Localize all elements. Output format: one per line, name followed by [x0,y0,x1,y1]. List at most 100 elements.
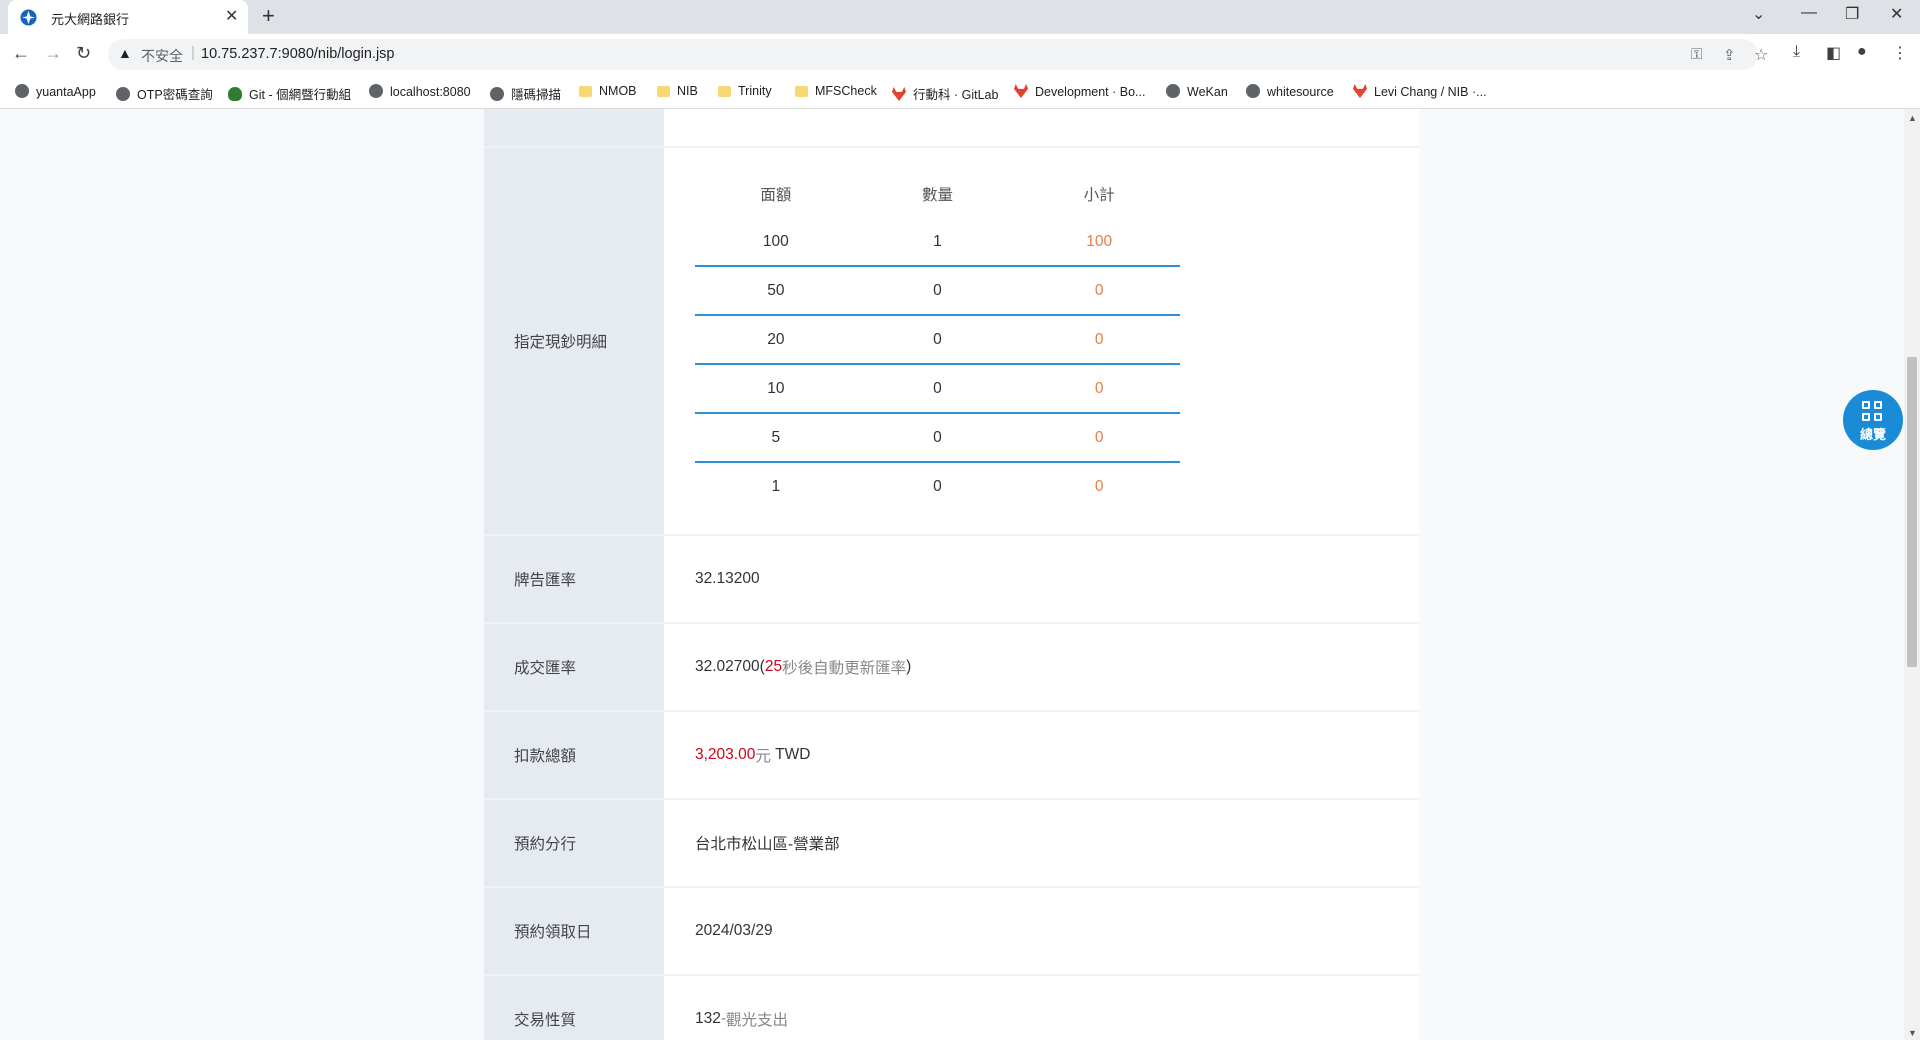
close-tab-icon[interactable]: ✕ [225,6,238,26]
tab-search-icon[interactable]: ⌄ [1752,4,1765,24]
purpose-desc: 觀光支出 [726,1012,789,1029]
minimize-button[interactable]: — [1801,4,1817,22]
reload-button[interactable]: ↻ [76,43,91,64]
countdown-suffix: 秒後自動更新匯率 [782,660,907,677]
insecure-label: 不安全 [141,48,183,64]
bookmark-label: 隱碼掃描 [511,88,562,102]
denom-cell: 20 [695,314,857,364]
debit-amount: 3,203.00 [695,746,756,763]
denom-cell: 10 [695,363,857,413]
bookmark-item[interactable]: OTP密碼查詢 [116,84,213,103]
bookmark-label: Development · Bo... [1035,85,1146,99]
globe-icon [490,87,504,101]
folder-icon [657,86,670,97]
subtotal-cell: 0 [1018,314,1180,364]
bookmark-item[interactable]: Git - 個網暨行動組 [228,84,351,103]
bookmark-label: OTP密碼查詢 [137,88,213,102]
warning-icon: ▲ [118,45,132,61]
form-row-deal-rate: 成交匯率 32.02700(25 秒後自動更新匯率) [484,624,1419,712]
form-row-cash-detail: 指定現鈔明細 面額 數量 小計 100 1 100 50 0 0 20 0 0 … [484,148,1419,536]
page-scrollbar[interactable]: ▲ ▼ [1904,109,1920,1040]
qty-cell: 0 [856,461,1019,510]
address-bar[interactable]: ▲ 不安全 | 10.75.237.7:9080/nib/login.jsp ⚿… [108,39,1768,70]
folder-icon [795,86,808,97]
denom-cell: 100 [762,232,789,250]
deal-rate-number: 32.02700 [695,658,760,675]
deal-rate-value: 32.02700(25 秒後自動更新匯率) [664,624,1419,710]
bookmark-item[interactable]: localhost:8080 [369,84,471,99]
url-text: 10.75.237.7:9080/nib/login.jsp [201,46,395,62]
qty-cell: 0 [856,314,1019,364]
share-icon[interactable]: ⇪ [1723,46,1736,64]
pickup-date-value: 2024/03/29 [695,922,773,939]
bookmark-item[interactable]: MFSCheck [795,84,877,98]
tab-strip: 元大網路銀行 ✕ + ⌄ — ❐ ✕ [0,0,1920,34]
bookmarks-bar: yuantaApp OTP密碼查詢 Git - 個網暨行動組 localhost:80… [0,75,1920,109]
qty-cell: 1 [933,232,942,250]
bookmark-item[interactable]: 行動科 · GitLab [892,84,998,103]
form-row-branch: 預約分行 台北市松山區-營業部 [484,800,1419,888]
bookmark-item[interactable]: 隱碼掃描 [490,84,561,103]
cash-detail-value: 面額 數量 小計 100 1 100 50 0 0 20 0 0 10 0 0 … [664,148,1419,534]
bookmark-label: Trinity [738,84,772,98]
globe-icon [116,87,130,101]
download-icon[interactable]: ⤓ [1793,43,1800,61]
overview-button[interactable]: 總覽 [1843,390,1903,450]
col-header-subtotal: 小計 [1083,187,1115,204]
form-row-truncated [484,109,1419,148]
bookmark-label: Levi Chang / NIB ·... [1374,85,1487,99]
board-rate-value: 32.13200 [695,570,760,587]
purpose-label: 交易性質 [484,976,664,1040]
bookmark-item[interactable]: Development · Bo... [1014,84,1145,99]
bookmark-label: yuantaApp [36,85,96,99]
subtotal-cell: 0 [1018,265,1180,315]
bookmark-item[interactable]: NIB [657,84,698,98]
browser-tab[interactable]: 元大網路銀行 ✕ [8,0,248,34]
bookmark-item[interactable]: Trinity [718,84,772,98]
subtotal-cell: 100 [1086,232,1113,250]
forward-button[interactable]: → [44,43,62,64]
scroll-up-icon[interactable]: ▲ [1908,113,1917,123]
deal-rate-label: 成交匯率 [484,624,664,710]
pickup-date-label: 預約領取日 [484,888,664,974]
bookmark-item[interactable]: NMOB [579,84,637,98]
side-panel-icon[interactable]: ◧ [1826,43,1841,63]
bookmark-label: NIB [677,84,698,98]
bookmark-label: NMOB [599,84,637,98]
close-window-button[interactable]: ✕ [1890,4,1903,24]
grid-icon [1862,401,1884,423]
back-button[interactable]: ← [12,43,30,64]
purpose-value: 132 - 觀光支出 [664,976,1419,1040]
denom-cell: 50 [695,265,857,315]
bookmark-item[interactable]: yuantaApp [15,84,96,99]
bookmark-label: 行動科 · GitLab [913,88,999,102]
separator: | [191,44,195,61]
menu-icon[interactable]: ⋮ [1892,43,1908,63]
globe-icon [15,84,29,98]
gitlab-icon [1014,84,1028,98]
restore-button[interactable]: ❐ [1845,4,1859,24]
debit-total-value: 3,203.00 元 TWD [664,712,1419,798]
bookmark-label: WeKan [1187,85,1228,99]
table-row: 1 0 0 [695,461,1180,510]
bookmark-item[interactable]: whitesource [1246,84,1334,99]
scrollbar-thumb[interactable] [1907,357,1917,667]
table-row: 10 0 0 [695,363,1180,413]
browser-toolbar: ← → ↻ ▲ 不安全 | 10.75.237.7:9080/nib/login… [0,34,1920,75]
overview-label: 總覽 [1859,427,1886,442]
star-icon[interactable]: ☆ [1754,45,1768,65]
branch-value: 台北市松山區-營業部 [695,836,840,853]
table-row: 20 0 0 [695,314,1180,364]
bookmark-label: MFSCheck [815,84,877,98]
col-header-denom: 面額 [760,187,792,204]
form-row-pickup-date: 預約領取日 2024/03/29 [484,888,1419,976]
scroll-down-icon[interactable]: ▼ [1908,1028,1917,1038]
new-tab-button[interactable]: + [262,3,275,29]
globe-icon [1166,84,1180,98]
bookmark-label: whitesource [1267,85,1334,99]
denom-cell: 1 [695,461,857,510]
key-icon[interactable]: ⚿ [1691,46,1702,63]
profile-icon[interactable]: ● [1857,43,1867,61]
bookmark-item[interactable]: Levi Chang / NIB ·... [1353,84,1487,99]
bookmark-item[interactable]: WeKan [1166,84,1228,99]
